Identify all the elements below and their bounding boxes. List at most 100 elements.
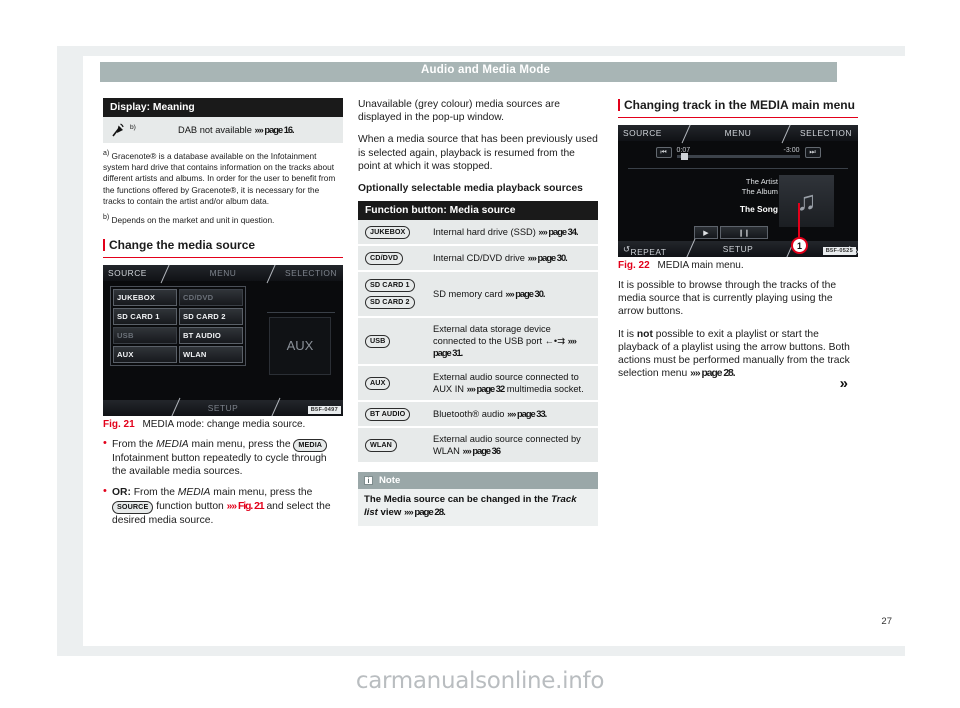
function-button-aux[interactable]: AUX xyxy=(365,377,391,391)
note-body: The Media source can be changed in the T… xyxy=(358,489,598,527)
bullet2-mid2: function button xyxy=(153,500,227,512)
screen22-times: 0:07 -3:00 xyxy=(677,147,800,154)
repeat-button[interactable]: ↺ REPEAT xyxy=(623,244,666,257)
media-infotainment-button[interactable]: MEDIA xyxy=(293,438,328,452)
ref-aux[interactable]: »» page 32 xyxy=(467,384,506,394)
screen21-topbar: SOURCE MENU SELECTION xyxy=(103,264,343,284)
screen22-menu-tab[interactable]: MENU xyxy=(725,128,752,138)
callout-stem xyxy=(798,203,800,239)
progress-bar[interactable] xyxy=(676,153,800,160)
table-row: WLAN External audio source connected by … xyxy=(358,427,598,463)
time-remaining: -3:00 xyxy=(783,147,800,154)
bullet2-pre: From the xyxy=(130,487,178,499)
divider xyxy=(681,125,692,144)
cell-button-cddvd: CD/DVD xyxy=(358,245,426,273)
source-button-sdcard2[interactable]: SD CARD 2 xyxy=(179,307,243,325)
desc-cddvd: Internal CD/DVD drive xyxy=(433,253,528,264)
function-button-btaudio[interactable]: BT AUDIO xyxy=(365,408,411,422)
source-button-wlan[interactable]: WLAN xyxy=(179,345,243,363)
bullet2-em: MEDIA xyxy=(177,487,211,499)
cell-desc-btaudio: Bluetooth® audio »» page 33. xyxy=(426,401,598,429)
screen22-selection-tab[interactable]: SELECTION xyxy=(800,128,852,138)
section-title: Change the media source xyxy=(109,237,256,252)
column-left: Display: Meaning b) DAB not available »»… xyxy=(103,98,343,535)
bullet2-mid: main menu, press the xyxy=(210,487,313,499)
ref-cddvd[interactable]: »» page 30. xyxy=(528,253,568,263)
function-button-sdcard2[interactable]: SD CARD 2 xyxy=(365,296,415,310)
info-icon: i xyxy=(364,476,373,486)
paragraph-resume-playback: When a media source that has been previo… xyxy=(358,134,598,172)
screen22-source-tab[interactable]: SOURCE xyxy=(623,128,662,138)
figure-21-caption: Fig. 21 MEDIA mode: change media source. xyxy=(103,419,343,430)
pause-icon[interactable]: ❙❙ xyxy=(720,226,768,239)
bullet2-strong: OR: xyxy=(112,487,131,499)
footnote-a-marker: a) xyxy=(103,150,110,158)
screen22-setup-button[interactable]: SETUP xyxy=(723,244,753,254)
section-changing-track: Changing track in the MEDIA main menu xyxy=(618,98,858,118)
source-button-sdcard1[interactable]: SD CARD 1 xyxy=(113,307,177,325)
desc-usb: External data storage device connected t… xyxy=(433,324,568,347)
source-button-jukebox[interactable]: JUKEBOX xyxy=(113,288,177,306)
track-artist: The Artist xyxy=(745,177,778,186)
bullet1-mid: main menu, press the xyxy=(188,438,294,450)
ref-wlan[interactable]: »» page 36 xyxy=(462,446,501,456)
note-text-mid: view xyxy=(377,506,405,518)
screen21-setup-button[interactable]: SETUP xyxy=(208,403,238,413)
footnote-marker: b) xyxy=(130,124,136,131)
figure-22-label: Fig. 22 xyxy=(618,260,650,271)
column-middle: Unavailable (grey colour) media sources … xyxy=(358,98,598,527)
screen22-track-meta: The Artist The Album The Song xyxy=(698,177,778,214)
source-function-button[interactable]: SOURCE xyxy=(112,500,154,514)
screen22-progress-area: 0:07 -3:00 xyxy=(676,147,800,160)
divider xyxy=(685,238,696,257)
source-button-aux[interactable]: AUX xyxy=(113,345,177,363)
bullet1-post: Infotainment button repeatedly to cycle … xyxy=(112,452,327,478)
function-button-wlan[interactable]: WLAN xyxy=(365,439,397,453)
cell-desc-jukebox: Internal hard drive (SSD) »» page 34. xyxy=(426,220,598,247)
screen22-hairline xyxy=(628,168,848,169)
next-track-icon[interactable]: ⏭ xyxy=(804,147,821,158)
function-button-cddvd[interactable]: CD/DVD xyxy=(365,252,404,266)
function-button-usb[interactable]: USB xyxy=(365,335,391,349)
dab-unavailable-icon xyxy=(110,123,130,138)
source-button-usb[interactable]: USB xyxy=(113,326,177,344)
desc-aux-post: multimedia socket. xyxy=(504,384,584,395)
function-button-sdcard1[interactable]: SD CARD 1 xyxy=(365,279,415,293)
cell-desc-cddvd: Internal CD/DVD drive »» page 30. xyxy=(426,245,598,273)
source-button-cddvd[interactable]: CD/DVD xyxy=(179,288,243,306)
figure-21-code: B5F-0497 xyxy=(307,405,341,414)
cell-button-usb: USB xyxy=(358,317,426,367)
screen21-menu-tab[interactable]: MENU xyxy=(210,268,237,278)
table-row: BT AUDIO Bluetooth® audio »» page 33. xyxy=(358,401,598,429)
section-title-right: Changing track in the MEDIA main menu xyxy=(624,98,855,112)
page-title: Audio and Media Mode xyxy=(421,64,551,76)
cell-button-wlan: WLAN xyxy=(358,427,426,463)
section-change-media-source: Change the media source xyxy=(103,238,343,258)
note-header: i Note xyxy=(358,472,598,490)
divider xyxy=(266,264,277,284)
screen21-source-grid: JUKEBOX CD/DVD SD CARD 1 SD CARD 2 USB B… xyxy=(110,285,246,366)
previous-track-icon[interactable]: ⏮ xyxy=(655,147,672,158)
bullet1-pre: From the xyxy=(112,438,157,450)
screen21-source-tab[interactable]: SOURCE xyxy=(108,268,147,278)
bullet2-figure-ref[interactable]: »» Fig. 21 xyxy=(227,501,265,512)
source-button-btaudio[interactable]: BT AUDIO xyxy=(179,326,243,344)
progress-thumb[interactable] xyxy=(680,153,688,160)
screen21-selection-tab[interactable]: SELECTION xyxy=(285,268,337,278)
note-page-ref[interactable]: »» page 28. xyxy=(404,507,446,518)
cell-button-jukebox: JUKEBOX xyxy=(358,220,426,247)
ref-jukebox[interactable]: »» page 34. xyxy=(538,227,578,237)
ref-sdcard[interactable]: »» page 30. xyxy=(505,289,545,299)
table-header-function-button: Function button: Media source xyxy=(358,201,598,221)
table-row: CD/DVD Internal CD/DVD drive »» page 30. xyxy=(358,245,598,273)
display-meaning-table: Display: Meaning b) DAB not available »»… xyxy=(103,98,343,144)
music-note-icon: ♫ xyxy=(779,175,834,227)
figure-21-label: Fig. 21 xyxy=(103,418,135,430)
function-button-jukebox[interactable]: JUKEBOX xyxy=(365,226,411,240)
figure-22-caption-text: MEDIA main menu. xyxy=(657,260,744,271)
list-item: OR: From the MEDIA main menu, press the … xyxy=(103,485,343,526)
table-row: JUKEBOX Internal hard drive (SSD) »» pag… xyxy=(358,220,598,247)
note-box: i Note The Media source can be changed i… xyxy=(358,472,598,527)
play-icon[interactable]: ▶ xyxy=(694,226,718,239)
ref-btaudio[interactable]: »» page 33. xyxy=(507,409,547,419)
